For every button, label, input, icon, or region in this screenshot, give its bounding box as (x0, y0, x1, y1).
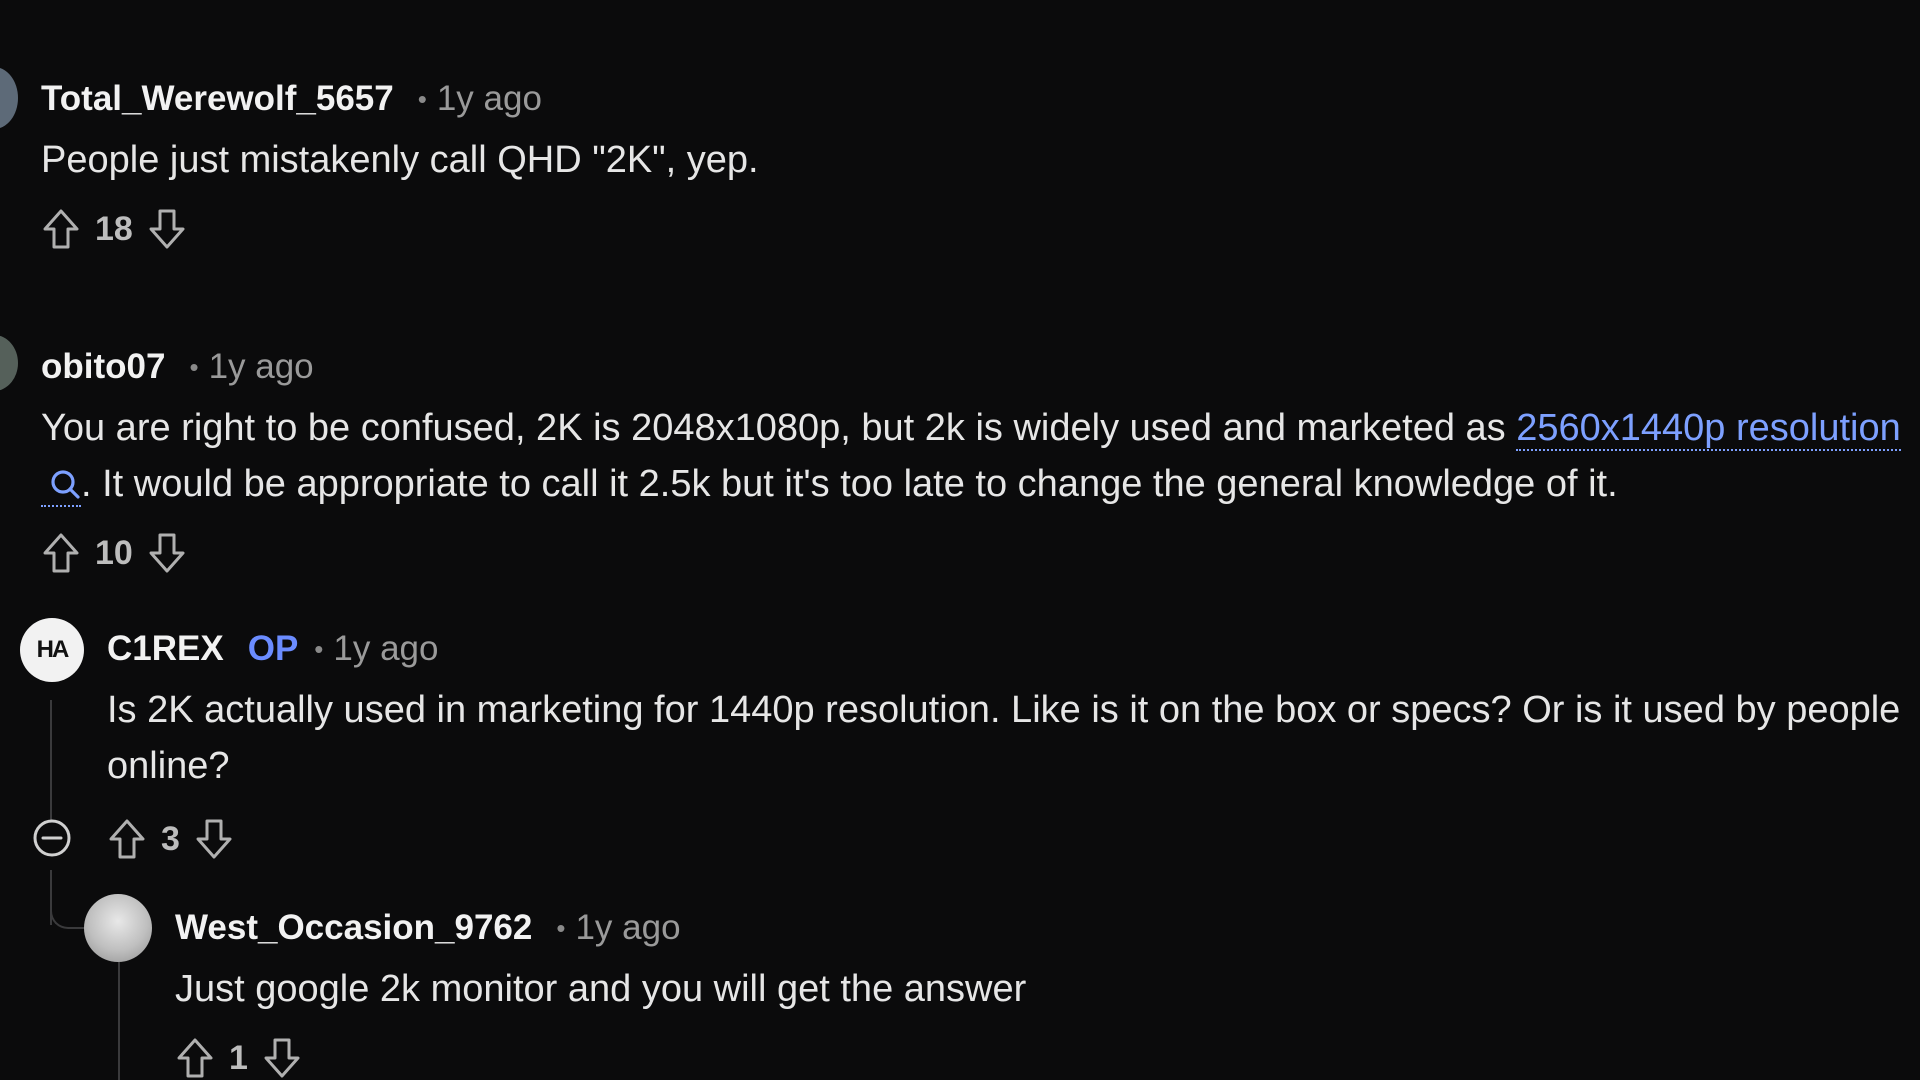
separator-dot: • (189, 351, 199, 382)
author-name[interactable]: West_Occasion_9762 (175, 908, 532, 948)
timestamp[interactable]: 1y ago (333, 629, 438, 669)
comment-meta: C1REX OP • 1y ago (107, 624, 1907, 674)
comment: West_Occasion_9762 • 1y ago Just google … (175, 903, 1026, 1080)
comment-meta: Total_Werewolf_5657 • 1y ago (41, 74, 759, 124)
link-text: 2560x1440p resolution (1516, 407, 1901, 449)
arrow-down-outline-icon[interactable] (147, 207, 187, 251)
op-badge: OP (247, 629, 299, 668)
author-name[interactable]: C1REX (107, 629, 224, 669)
vote-bar: 10 (41, 526, 1911, 580)
comment: C1REX OP • 1y ago Is 2K actually used in… (107, 624, 1907, 794)
comment: Total_Werewolf_5657 • 1y ago People just… (41, 74, 759, 256)
body-text: You are right to be confused, 2K is 2048… (41, 407, 1517, 449)
author-name[interactable]: Total_Werewolf_5657 (41, 79, 394, 119)
comment-body: Just google 2k monitor and you will get … (175, 968, 1027, 1010)
avatar[interactable]: HA (20, 618, 84, 682)
vote-bar: 18 (41, 202, 759, 256)
avatar[interactable] (0, 335, 18, 391)
arrow-up-outline-icon[interactable] (41, 207, 81, 251)
timestamp[interactable]: 1y ago (575, 908, 680, 948)
comment-thread: Total_Werewolf_5657 • 1y ago People just… (0, 0, 1920, 1080)
avatar-text: HA (36, 636, 70, 663)
search-icon (51, 470, 80, 499)
body-text: . It would be appropriate to call it 2.5… (81, 463, 1618, 505)
author-name[interactable]: obito07 (41, 347, 165, 387)
thread-line[interactable] (50, 700, 52, 820)
separator-dot: • (417, 83, 427, 114)
minus-circle-icon[interactable] (32, 818, 72, 858)
arrow-up-outline-icon[interactable] (41, 531, 81, 575)
separator-dot: • (556, 912, 566, 943)
comment-body: Is 2K actually used in marketing for 144… (107, 689, 1901, 787)
vote-score: 1 (229, 1038, 248, 1077)
comment-meta: West_Occasion_9762 • 1y ago (175, 903, 1026, 953)
vote-score: 3 (161, 819, 180, 858)
arrow-up-outline-icon[interactable] (107, 817, 147, 861)
vote-score: 10 (95, 533, 133, 572)
vote-bar: 1 (175, 1031, 1026, 1080)
arrow-down-outline-icon[interactable] (194, 817, 234, 861)
vote-bar: 3 (107, 812, 234, 866)
avatar[interactable] (0, 67, 18, 129)
arrow-up-outline-icon[interactable] (175, 1036, 215, 1080)
comment-body: People just mistakenly call QHD "2K", ye… (41, 139, 759, 181)
arrow-down-outline-icon[interactable] (262, 1036, 302, 1080)
collapse-icon[interactable] (0, 540, 8, 580)
separator-dot: • (314, 633, 324, 664)
comment: obito07 • 1y ago You are right to be con… (41, 342, 1911, 580)
comment-body: You are right to be confused, 2K is 2048… (41, 400, 1911, 512)
avatar[interactable] (84, 894, 152, 962)
thread-line[interactable] (118, 962, 120, 1080)
timestamp[interactable]: 1y ago (437, 79, 542, 119)
arrow-down-outline-icon[interactable] (147, 531, 187, 575)
comment-meta: obito07 • 1y ago (41, 342, 1911, 392)
timestamp[interactable]: 1y ago (209, 347, 314, 387)
vote-score: 18 (95, 209, 133, 248)
